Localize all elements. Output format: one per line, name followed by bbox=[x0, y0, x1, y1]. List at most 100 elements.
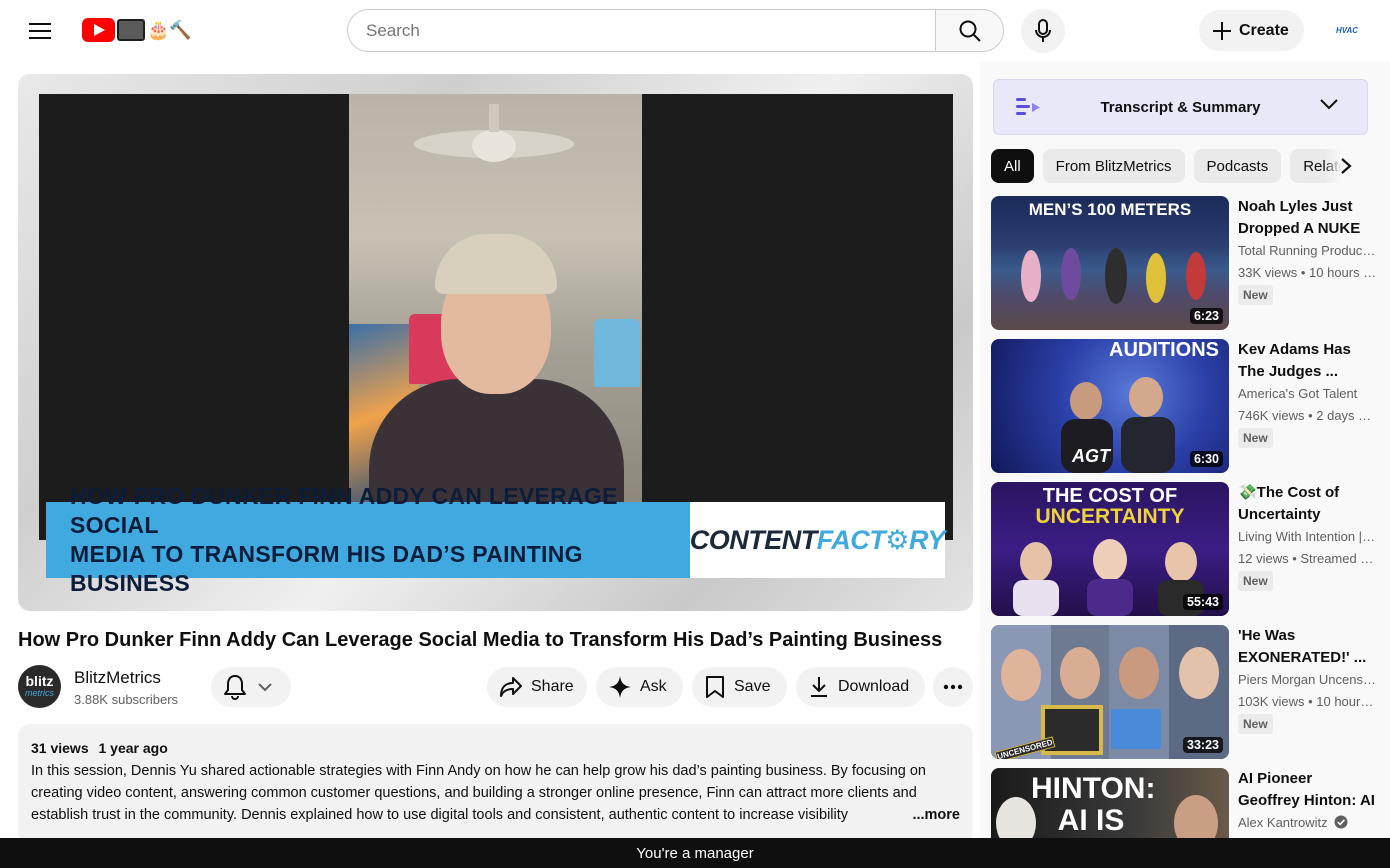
video-title: How Pro Dunker Finn Addy Can Leverage So… bbox=[18, 629, 943, 651]
duration-badge: 6:30 bbox=[1189, 451, 1223, 467]
video-meta: 12 views • Streamed 1 day ago bbox=[1238, 551, 1378, 566]
share-label: Share bbox=[531, 678, 574, 695]
download-icon bbox=[811, 677, 827, 697]
voice-search-button[interactable] bbox=[1021, 9, 1065, 53]
more-horizontal-icon bbox=[943, 684, 963, 690]
recommended-video[interactable]: AUDITIONS AGT 6:30 Kev Adams Has The Jud… bbox=[991, 339, 1390, 473]
download-button[interactable]: Download bbox=[796, 667, 925, 707]
logo-word-content: CONTENT bbox=[689, 524, 818, 555]
transcript-summary-panel[interactable]: Transcript & Summary bbox=[993, 79, 1368, 135]
content-factory-logo: CONTENT FACT⚙RY bbox=[689, 502, 946, 578]
chip-all[interactable]: All bbox=[991, 149, 1034, 183]
video-title: Kev Adams Has The Judges ... bbox=[1238, 341, 1351, 380]
search-button[interactable] bbox=[935, 9, 1004, 52]
video-player[interactable]: HOW PRO DUNKER FINN ADDY CAN LEVERAGE SO… bbox=[18, 74, 973, 611]
duration-badge: 6:23 bbox=[1189, 308, 1223, 324]
channel-avatar-text: blitz bbox=[25, 672, 54, 689]
logo-word-factory: FACT⚙RY bbox=[816, 524, 946, 555]
create-button[interactable]: Create bbox=[1199, 10, 1304, 51]
upload-age: 1 year ago bbox=[98, 740, 168, 756]
notification-bell-button[interactable] bbox=[211, 667, 291, 707]
chip-from-blitzmetrics[interactable]: From BlitzMetrics bbox=[1042, 149, 1185, 183]
save-label: Save bbox=[734, 678, 771, 695]
video-title: AI Pioneer Geoffrey Hinton: AI Is ... bbox=[1238, 770, 1375, 809]
recommended-video[interactable]: THE COST OF UNCERTAINTY 55:43 💸The Cost … bbox=[991, 482, 1390, 616]
new-badge: New bbox=[1238, 714, 1273, 734]
bookmark-icon bbox=[706, 676, 724, 698]
channel-name: Alex Kantrowitz bbox=[1238, 815, 1348, 830]
view-count: 31 views bbox=[31, 740, 89, 756]
channel-avatar[interactable]: blitz metrics bbox=[18, 665, 61, 708]
show-more-link[interactable]: ...more bbox=[872, 804, 960, 826]
youtube-logo[interactable]: 🎂🔨 bbox=[82, 17, 192, 43]
recommended-video[interactable]: MEN’S 100 METERS 6:23 Noah Lyles Just Dr… bbox=[991, 196, 1390, 330]
banner-line-1: HOW PRO DUNKER FINN ADDY CAN LEVERAGE SO… bbox=[70, 483, 618, 538]
recommended-video[interactable]: UNCENSORED 33:23 'He Was EXONERATED!' ..… bbox=[991, 625, 1390, 759]
channel-avatar-sub: metrics bbox=[25, 687, 54, 698]
new-badge: New bbox=[1238, 571, 1273, 591]
menu-icon[interactable] bbox=[22, 13, 58, 49]
doodle-emoji-icon: 🎂🔨 bbox=[147, 20, 192, 40]
guests-illustration bbox=[996, 795, 1218, 838]
share-icon bbox=[500, 677, 522, 697]
share-button[interactable]: Share bbox=[487, 667, 587, 707]
video-thumbnail[interactable]: AUDITIONS AGT 6:30 bbox=[991, 339, 1229, 473]
description-meta: 31 views 1 year ago bbox=[31, 738, 960, 758]
search-input[interactable] bbox=[347, 9, 935, 52]
blue-jersey bbox=[594, 319, 640, 387]
chip-podcasts[interactable]: Podcasts bbox=[1193, 149, 1282, 183]
video-title: Noah Lyles Just Dropped A NUKE I... bbox=[1238, 198, 1361, 237]
video-lower-third: HOW PRO DUNKER FINN ADDY CAN LEVERAGE SO… bbox=[46, 483, 946, 596]
video-frame bbox=[39, 94, 953, 540]
video-title: 'He Was EXONERATED!' ... bbox=[1238, 627, 1367, 666]
toast-text: You're a manager bbox=[636, 844, 754, 862]
account-avatar[interactable]: HVAC bbox=[1328, 18, 1366, 42]
agt-logo: AGT bbox=[1072, 446, 1110, 466]
transcript-label: Transcript & Summary bbox=[1100, 98, 1261, 116]
search-icon bbox=[959, 20, 981, 42]
chevron-down-icon bbox=[258, 683, 272, 692]
chevron-right-icon bbox=[1341, 158, 1352, 174]
youtube-play-icon bbox=[82, 18, 115, 42]
duration-badge: 55:43 bbox=[1183, 594, 1223, 610]
channel-name: Piers Morgan Uncensored bbox=[1238, 672, 1378, 687]
person-cap bbox=[435, 234, 557, 294]
video-meta: 746K views • 2 days ago bbox=[1238, 408, 1378, 423]
video-meta: 33K views • 10 hours ago bbox=[1238, 265, 1378, 280]
recommended-video[interactable]: HINTON: AI IS AI Pioneer Geoffrey Hinton… bbox=[991, 768, 1390, 838]
search-bar bbox=[347, 9, 1004, 52]
chips-next-button[interactable] bbox=[1324, 149, 1368, 183]
video-title: 💸The Cost of Uncertainty :What... bbox=[1238, 484, 1340, 523]
channel-name: Total Running Productions bbox=[1238, 243, 1378, 258]
sparkle-icon bbox=[609, 676, 631, 698]
video-thumbnail[interactable]: MEN’S 100 METERS 6:23 bbox=[991, 196, 1229, 330]
channel-name[interactable]: BlitzMetrics bbox=[74, 668, 161, 688]
channel-name: America's Got Talent bbox=[1238, 386, 1358, 401]
account-avatar-label: HVAC bbox=[1335, 25, 1359, 35]
video-thumbnail[interactable]: THE COST OF UNCERTAINTY 55:43 bbox=[991, 482, 1229, 616]
channel-name: Living With Intention | Coaching bbox=[1238, 529, 1378, 544]
banner-text-panel: HOW PRO DUNKER FINN ADDY CAN LEVERAGE SO… bbox=[46, 483, 690, 596]
verified-check-icon bbox=[1334, 815, 1348, 829]
ask-button[interactable]: Ask bbox=[596, 667, 683, 707]
manager-toast: You're a manager bbox=[0, 838, 1390, 868]
bell-icon bbox=[224, 675, 246, 700]
video-thumbnail[interactable]: HINTON: AI IS bbox=[991, 768, 1229, 838]
webcam-feed bbox=[349, 94, 642, 502]
masthead: 🎂🔨 Create HVAC bbox=[0, 0, 1390, 62]
ceiling-fan-icon bbox=[414, 104, 574, 162]
doodle-box-icon bbox=[117, 19, 145, 41]
plus-icon bbox=[1213, 21, 1231, 40]
more-actions-button[interactable] bbox=[933, 667, 973, 707]
duration-badge: 33:23 bbox=[1183, 737, 1223, 753]
video-thumbnail[interactable]: UNCENSORED 33:23 bbox=[991, 625, 1229, 759]
new-badge: New bbox=[1238, 428, 1273, 448]
banner-text: HOW PRO DUNKER FINN ADDY CAN LEVERAGE SO… bbox=[70, 482, 690, 598]
create-label: Create bbox=[1239, 21, 1289, 39]
description-text-wrap: In this session, Dennis Yu shared action… bbox=[31, 760, 960, 826]
banner-line-2: MEDIA TO TRANSFORM HIS DAD’S PAINTING BU… bbox=[70, 541, 583, 596]
channel-name-text: Alex Kantrowitz bbox=[1238, 815, 1328, 830]
save-button[interactable]: Save bbox=[692, 667, 787, 707]
ask-label: Ask bbox=[640, 678, 667, 695]
description-box[interactable]: 31 views 1 year ago In this session, Den… bbox=[18, 724, 973, 844]
